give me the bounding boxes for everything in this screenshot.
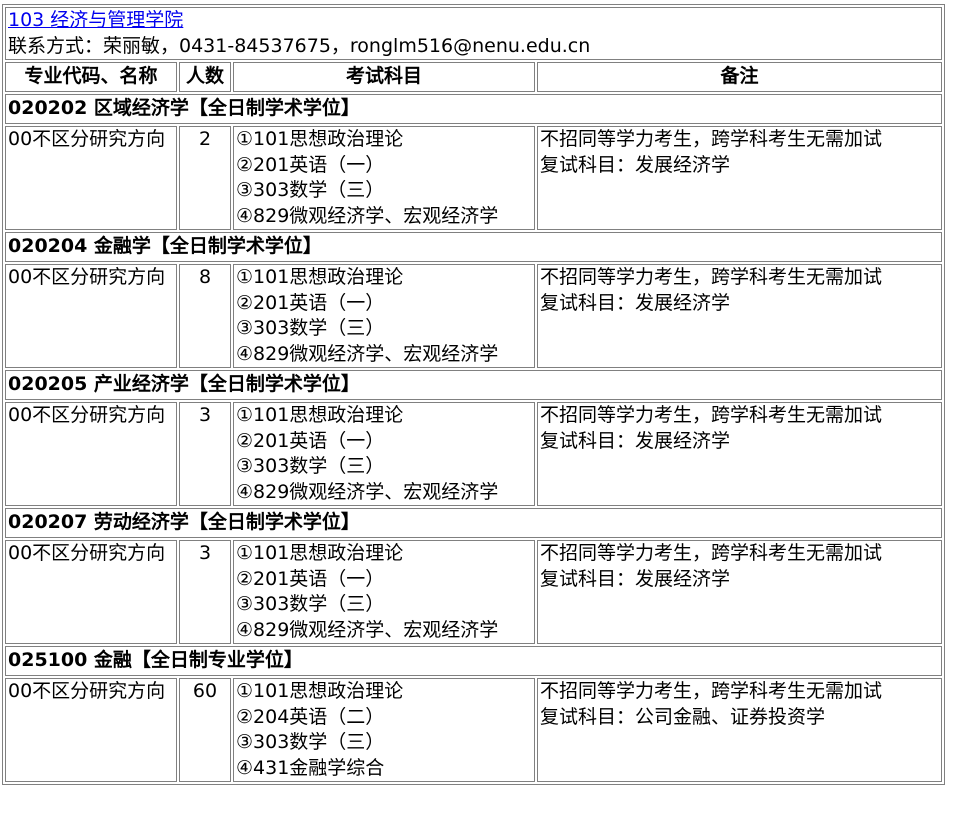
research-direction: 00不区分研究方向 <box>5 540 177 644</box>
enrollment-count: 2 <box>179 126 231 230</box>
column-header-row: 专业代码、名称 人数 考试科目 备注 <box>5 62 942 92</box>
table-row: 00不区分研究方向 8 ①101思想政治理论 ②201英语（一） ③303数学（三） ④8… <box>5 264 942 368</box>
column-header-subjects: 考试科目 <box>233 62 535 92</box>
major-title-row: 025100 金融【全日制专业学位】 <box>5 646 942 676</box>
exam-subject-item: ③303数学（三） <box>236 593 385 615</box>
remark-line: 复试科目：发展经济学 <box>540 567 731 590</box>
remark-line: 不招同等学力考生，跨学科考生无需加试 <box>540 404 883 426</box>
remark-line: 复试科目：公司金融、证券投资学 <box>540 705 826 728</box>
exam-subject-item: ②204英语（二） <box>236 705 385 728</box>
table-row: 00不区分研究方向 3 ①101思想政治理论 ②201英语（一） ③303数学（三） ④8… <box>5 540 942 644</box>
major-title: 025100 金融【全日制专业学位】 <box>5 646 942 676</box>
exam-subject-item: ②201英语（一） <box>236 153 385 176</box>
enrollment-count: 8 <box>179 264 231 368</box>
remarks: 不招同等学力考生，跨学科考生无需加试 复试科目：发展经济学 <box>537 540 942 644</box>
remarks: 不招同等学力考生，跨学科考生无需加试 复试科目：公司金融、证券投资学 <box>537 678 942 782</box>
exam-subject-item: ③303数学（三） <box>236 731 385 753</box>
college-header-row: 103 经济与管理学院 联系方式：荣丽敏，0431-84537675，rongl… <box>5 7 942 60</box>
exam-subjects: ①101思想政治理论 ②201英语（一） ③303数学（三） ④829微观经济学、宏观… <box>233 540 535 644</box>
table-row: 00不区分研究方向 3 ①101思想政治理论 ②201英语（一） ③303数学（三） ④8… <box>5 402 942 506</box>
college-link[interactable]: 103 经济与管理学院 <box>8 8 939 34</box>
exam-subject-item: ④829微观经济学、宏观经济学 <box>236 618 499 641</box>
major-title-row: 020202 区域经济学【全日制学术学位】 <box>5 94 942 124</box>
exam-subject-item: ④829微观经济学、宏观经济学 <box>236 480 499 503</box>
exam-subject-item: ①101思想政治理论 <box>236 128 404 150</box>
research-direction: 00不区分研究方向 <box>5 264 177 368</box>
research-direction: 00不区分研究方向 <box>5 678 177 782</box>
exam-subjects: ①101思想政治理论 ②201英语（一） ③303数学（三） ④829微观经济学、宏观… <box>233 126 535 230</box>
column-header-count: 人数 <box>179 62 231 92</box>
exam-subject-item: ①101思想政治理论 <box>236 542 404 564</box>
remark-line: 复试科目：发展经济学 <box>540 153 731 176</box>
exam-subject-item: ③303数学（三） <box>236 179 385 201</box>
major-title: 020204 金融学【全日制学术学位】 <box>5 232 942 262</box>
exam-subject-item: ④829微观经济学、宏观经济学 <box>236 204 499 227</box>
remark-line: 复试科目：发展经济学 <box>540 429 731 452</box>
exam-subject-item: ③303数学（三） <box>236 317 385 339</box>
exam-subject-item: ③303数学（三） <box>236 455 385 477</box>
column-header-notes: 备注 <box>537 62 942 92</box>
enrollment-count: 3 <box>179 540 231 644</box>
major-title-row: 020205 产业经济学【全日制学术学位】 <box>5 370 942 400</box>
exam-subject-item: ④431金融学综合 <box>236 756 385 779</box>
major-title: 020202 区域经济学【全日制学术学位】 <box>5 94 942 124</box>
major-title: 020205 产业经济学【全日制学术学位】 <box>5 370 942 400</box>
table-body: 103 经济与管理学院 联系方式：荣丽敏，0431-84537675，rongl… <box>5 7 942 782</box>
college-header-cell: 103 经济与管理学院 联系方式：荣丽敏，0431-84537675，rongl… <box>5 7 942 60</box>
remark-line: 不招同等学力考生，跨学科考生无需加试 <box>540 542 883 564</box>
remark-line: 不招同等学力考生，跨学科考生无需加试 <box>540 128 883 150</box>
major-title-row: 020204 金融学【全日制学术学位】 <box>5 232 942 262</box>
remarks: 不招同等学力考生，跨学科考生无需加试 复试科目：发展经济学 <box>537 402 942 506</box>
exam-subjects: ①101思想政治理论 ②201英语（一） ③303数学（三） ④829微观经济学、宏观… <box>233 264 535 368</box>
exam-subject-item: ①101思想政治理论 <box>236 680 404 702</box>
major-title-row: 020207 劳动经济学【全日制学术学位】 <box>5 508 942 538</box>
exam-subject-item: ①101思想政治理论 <box>236 266 404 288</box>
contact-info: 联系方式：荣丽敏，0431-84537675，ronglm516@nenu.ed… <box>8 34 591 57</box>
remark-line: 不招同等学力考生，跨学科考生无需加试 <box>540 266 883 288</box>
major-title: 020207 劳动经济学【全日制学术学位】 <box>5 508 942 538</box>
exam-subjects: ①101思想政治理论 ②201英语（一） ③303数学（三） ④829微观经济学、宏观… <box>233 402 535 506</box>
exam-subject-item: ①101思想政治理论 <box>236 404 404 426</box>
remarks: 不招同等学力考生，跨学科考生无需加试 复试科目：发展经济学 <box>537 126 942 230</box>
exam-subject-item: ②201英语（一） <box>236 567 385 590</box>
remark-line: 不招同等学力考生，跨学科考生无需加试 <box>540 680 883 702</box>
exam-subject-item: ②201英语（一） <box>236 291 385 314</box>
enrollment-count: 3 <box>179 402 231 506</box>
research-direction: 00不区分研究方向 <box>5 126 177 230</box>
remarks: 不招同等学力考生，跨学科考生无需加试 复试科目：发展经济学 <box>537 264 942 368</box>
enrollment-count: 60 <box>179 678 231 782</box>
table-row: 00不区分研究方向 2 ①101思想政治理论 ②201英语（一） ③303数学（三） ④8… <box>5 126 942 230</box>
research-direction: 00不区分研究方向 <box>5 402 177 506</box>
table-row: 00不区分研究方向 60 ①101思想政治理论 ②204英语（二） ③303数学（三） ④… <box>5 678 942 782</box>
exam-subject-item: ②201英语（一） <box>236 429 385 452</box>
remark-line: 复试科目：发展经济学 <box>540 291 731 314</box>
admissions-table: 103 经济与管理学院 联系方式：荣丽敏，0431-84537675，rongl… <box>2 4 945 785</box>
exam-subject-item: ④829微观经济学、宏观经济学 <box>236 342 499 365</box>
column-header-major: 专业代码、名称 <box>5 62 177 92</box>
exam-subjects: ①101思想政治理论 ②204英语（二） ③303数学（三） ④431金融学综合 <box>233 678 535 782</box>
